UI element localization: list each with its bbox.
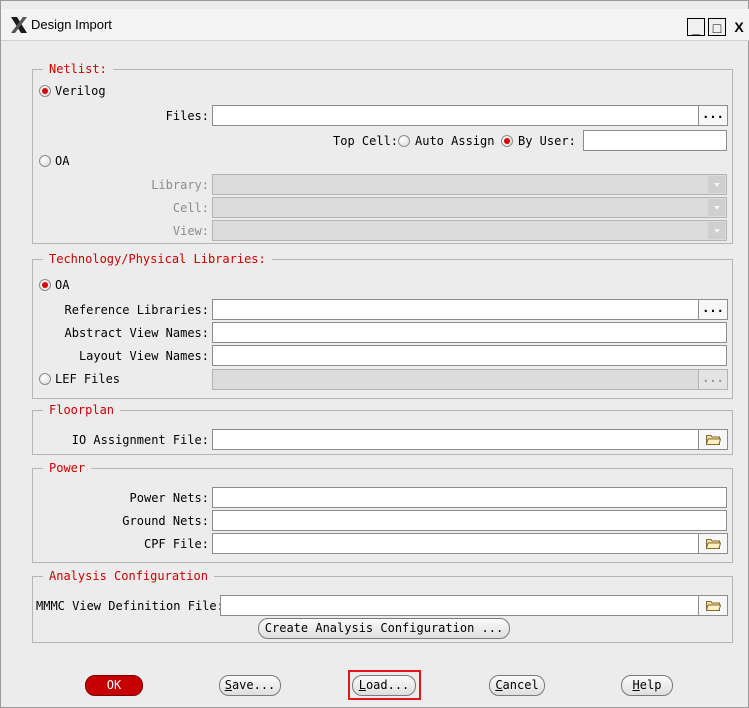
layout-view-label: Layout View Names:	[78, 349, 209, 363]
ref-libs-input[interactable]	[212, 299, 699, 320]
library-label: Library:	[151, 178, 209, 192]
files-browse-button[interactable]: ...	[698, 105, 728, 126]
mmmc-label: MMMC View Definition File:	[36, 599, 224, 613]
window-title: Design Import	[31, 17, 112, 32]
ref-libs-label: Reference Libraries:	[64, 303, 210, 317]
auto-assign-radio[interactable]	[398, 135, 410, 147]
power-legend: Power	[43, 461, 92, 475]
title-bar[interactable]: Design Import _ □ X	[1, 9, 749, 41]
ground-nets-input[interactable]	[212, 510, 727, 531]
verilog-label: Verilog	[55, 84, 106, 98]
chevron-down-icon	[708, 222, 725, 239]
io-assignment-browse-button[interactable]	[698, 429, 728, 450]
chevron-down-icon	[708, 176, 725, 193]
folder-open-icon	[706, 601, 721, 611]
lef-files-label: LEF Files	[55, 372, 121, 386]
power-nets-label: Power Nets:	[129, 491, 209, 505]
load-button-highlight	[348, 670, 421, 700]
io-assignment-label: IO Assignment File:	[71, 433, 209, 447]
netlist-oa-radio[interactable]	[39, 155, 51, 167]
close-button[interactable]: X	[729, 18, 749, 36]
folder-open-icon	[706, 435, 721, 445]
abstract-view-label: Abstract View Names:	[64, 326, 210, 340]
layout-view-input[interactable]	[212, 345, 727, 366]
auto-assign-label: Auto Assign	[415, 134, 495, 148]
ref-libs-browse-button[interactable]: ...	[698, 299, 728, 320]
help-button[interactable]: Help	[621, 675, 673, 696]
tech-legend: Technology/Physical Libraries:	[43, 252, 272, 266]
design-import-window: Design Import _ □ X Netlist: Verilog Fil…	[0, 0, 749, 708]
cell-label: Cell:	[172, 201, 209, 215]
cpf-file-label: CPF File:	[143, 537, 209, 551]
ok-button[interactable]: OK	[85, 675, 143, 696]
library-select[interactable]	[212, 174, 727, 195]
power-nets-input[interactable]	[212, 487, 727, 508]
lef-files-radio[interactable]	[39, 373, 51, 385]
create-analysis-config-button[interactable]: Create Analysis Configuration ...	[258, 618, 510, 639]
cpf-file-browse-button[interactable]	[698, 533, 728, 554]
cpf-file-input[interactable]	[212, 533, 699, 554]
netlist-legend: Netlist:	[43, 62, 113, 76]
save-button[interactable]: Save...	[219, 675, 281, 696]
mmmc-browse-button[interactable]	[698, 595, 728, 616]
analysis-legend: Analysis Configuration	[43, 569, 214, 583]
top-cell-input[interactable]	[583, 130, 727, 151]
lef-files-input[interactable]	[212, 369, 699, 390]
tech-oa-label: OA	[55, 278, 70, 292]
view-select[interactable]	[212, 220, 727, 241]
ground-nets-label: Ground Nets:	[122, 514, 209, 528]
verilog-radio[interactable]	[39, 85, 51, 97]
by-user-label: By User:	[518, 134, 576, 148]
files-input[interactable]	[212, 105, 699, 126]
io-assignment-input[interactable]	[212, 429, 699, 450]
folder-open-icon	[706, 539, 721, 549]
lef-files-browse-button[interactable]: ...	[698, 369, 728, 390]
cell-select[interactable]	[212, 197, 727, 218]
mmmc-input[interactable]	[220, 595, 699, 616]
view-label: View:	[172, 224, 209, 238]
top-cell-label: Top Cell:	[333, 134, 399, 148]
floorplan-legend: Floorplan	[43, 403, 121, 417]
minimize-button[interactable]: _	[687, 18, 705, 36]
abstract-view-input[interactable]	[212, 322, 727, 343]
chevron-down-icon	[708, 199, 725, 216]
files-label: Files:	[165, 109, 209, 123]
by-user-radio[interactable]	[501, 135, 513, 147]
cancel-button[interactable]: Cancel	[489, 675, 545, 696]
maximize-button[interactable]: □	[708, 18, 726, 36]
tech-oa-radio[interactable]	[39, 279, 51, 291]
x-logo-icon	[11, 17, 27, 33]
netlist-oa-label: OA	[55, 154, 70, 168]
